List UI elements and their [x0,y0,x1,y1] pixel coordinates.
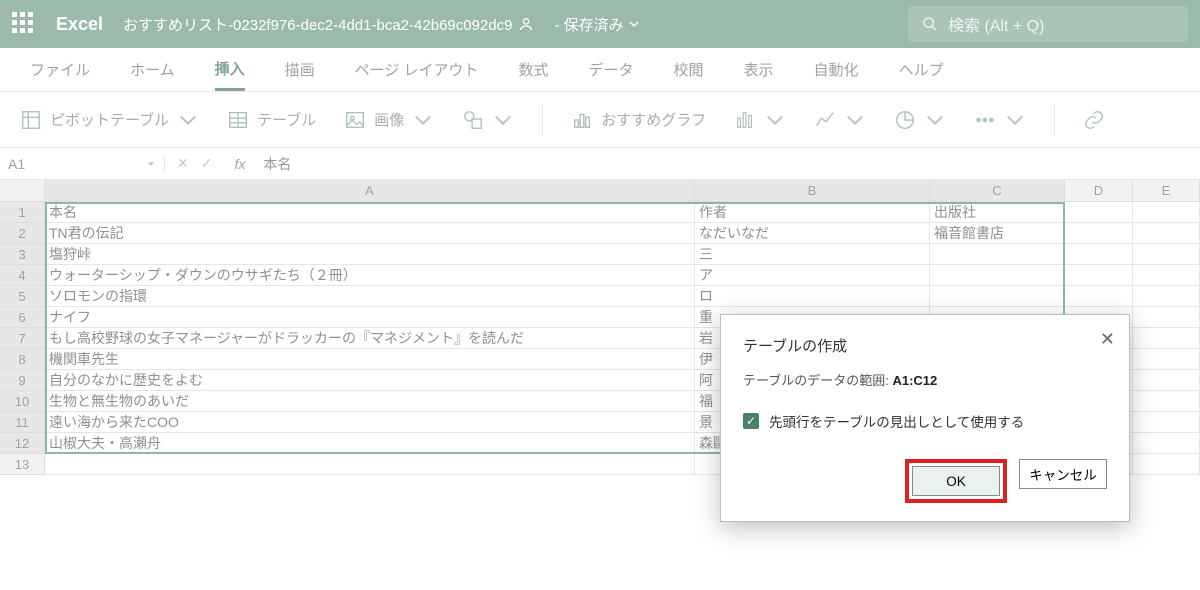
dialog-title: テーブルの作成 [743,335,1107,356]
dialog-buttons: OK キャンセル [743,459,1107,503]
dialog-close-button[interactable]: ✕ [1100,329,1115,350]
dialog-range: テーブルのデータの範囲: A1:C12 [743,370,1107,389]
ok-button-highlight: OK [905,459,1007,503]
create-table-dialog: ✕ テーブルの作成 テーブルのデータの範囲: A1:C12 ✓ 先頭行をテーブル… [720,314,1130,522]
ok-button[interactable]: OK [912,466,1000,496]
checkbox-label: 先頭行をテーブルの見出しとして使用する [769,411,1024,431]
checkbox-checked-icon[interactable]: ✓ [743,413,759,429]
cancel-button[interactable]: キャンセル [1019,459,1107,489]
header-row-checkbox-row[interactable]: ✓ 先頭行をテーブルの見出しとして使用する [743,411,1107,431]
range-label: テーブルのデータの範囲: [743,373,889,388]
range-value: A1:C12 [892,373,937,388]
